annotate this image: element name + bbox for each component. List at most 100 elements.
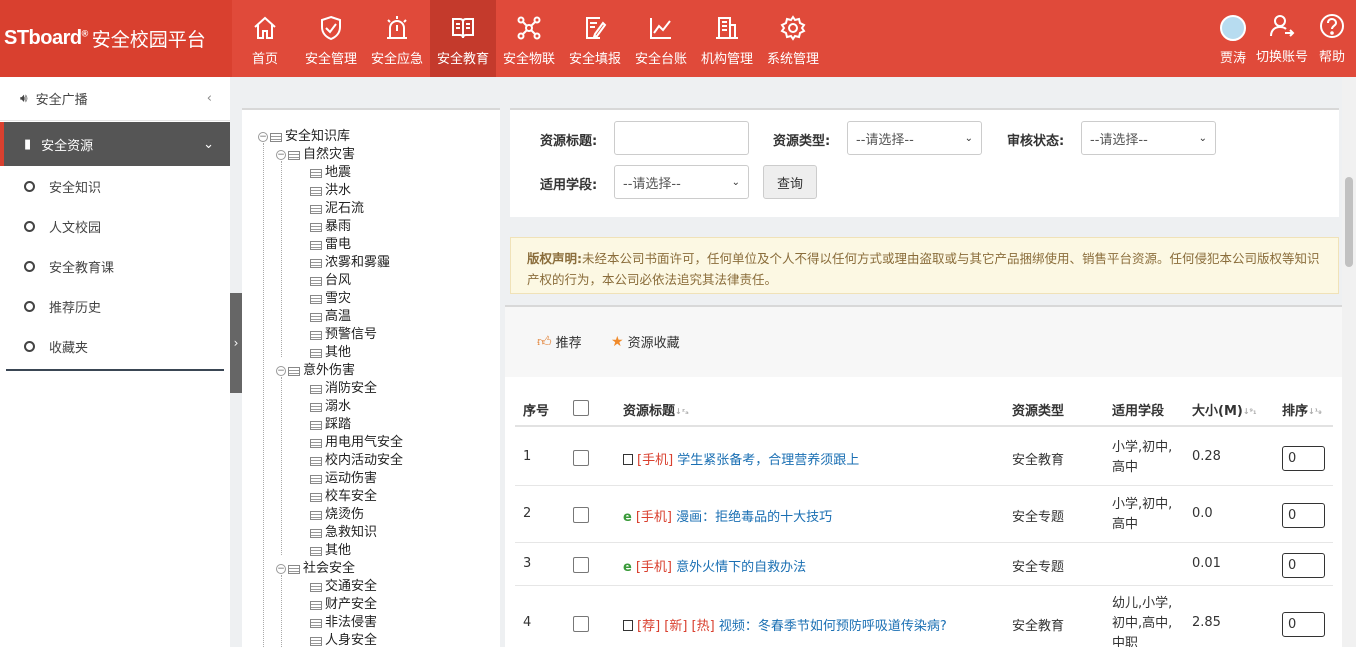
order-input[interactable]: 0 (1282, 612, 1325, 637)
row-checkbox[interactable] (573, 506, 589, 523)
sidebar-collapse-toggle[interactable]: › (230, 293, 242, 393)
resource-title-link[interactable]: 意外火情下的自救办法 (676, 560, 806, 575)
tree-leaf[interactable]: 溺水 (310, 398, 351, 416)
tree-leaf[interactable]: 预警信号 (310, 326, 377, 344)
tree-node-label: 人身安全 (325, 633, 378, 647)
tree-leaf[interactable]: 雷电 (310, 236, 351, 254)
help-button[interactable]: 帮助 (1313, 0, 1356, 77)
gear-icon (780, 15, 806, 41)
tree-leaf[interactable]: 人身安全 (310, 632, 377, 647)
stage-select[interactable]: --请选择-- ⌄ (614, 165, 749, 199)
row-title[interactable]: [手机] 学生紧张备考，合理营养须跟上 (623, 449, 859, 468)
tree-leaf[interactable]: 其他 (310, 344, 351, 362)
chevron-down-icon: ⌄ (1198, 132, 1207, 144)
order-input[interactable]: 0 (1282, 445, 1325, 471)
tree-leaf[interactable]: 其他 (310, 542, 351, 560)
tree-leaf[interactable]: 地震 (310, 164, 351, 182)
col-title[interactable]: 资源标题↓ᶻₐ (623, 400, 689, 419)
page-scrollbar[interactable] (1342, 77, 1356, 647)
nav-label: 安全管理 (304, 52, 357, 67)
row-size: 0.0 (1192, 505, 1213, 521)
collapse-toggle-icon[interactable]: − (276, 366, 286, 376)
collapse-toggle-icon[interactable]: − (276, 564, 286, 574)
favorite-button[interactable]: ★ 资源收藏 (611, 332, 680, 352)
document-icon (310, 618, 322, 628)
sidebar-item-favorites[interactable]: 收藏夹 (0, 326, 230, 366)
collapse-toggle-icon[interactable]: − (276, 150, 286, 160)
nav-ledger[interactable]: 安全台账 (628, 0, 694, 77)
scrollbar-thumb[interactable] (1345, 177, 1353, 267)
tree-leaf[interactable]: 急救知识 (310, 524, 377, 542)
tree-leaf[interactable]: 台风 (310, 272, 351, 290)
table-row[interactable]: 2 e [手机] 漫画：拒绝毒品的十大技巧 安全专题 小学,初中,高中 0.0 0 (515, 486, 1333, 543)
title-label: 资源标题: (540, 134, 598, 149)
switch-account-button[interactable]: 切换账号 (1251, 0, 1313, 77)
row-title[interactable]: e [手机] 意外火情下的自救办法 (623, 556, 806, 575)
tree-leaf[interactable]: 运动伤害 (310, 470, 377, 488)
nav-safety-management[interactable]: 安全管理 (298, 0, 364, 77)
tree-leaf[interactable]: 暴雨 (310, 218, 351, 236)
resource-title-link[interactable]: 学生紧张备考，合理营养须跟上 (677, 453, 859, 468)
query-button[interactable]: 查询 (763, 165, 817, 199)
title-input[interactable] (614, 121, 749, 155)
tree-leaf[interactable]: 高温 (310, 308, 351, 326)
table-row[interactable]: 4 [荐] [新] [热] 视频：冬春季节如何预防呼吸道传染病? 安全教育 幼儿,小学… (515, 586, 1333, 647)
nav-emergency[interactable]: 安全应急 (364, 0, 430, 77)
nav-organization[interactable]: 机构管理 (694, 0, 760, 77)
tree-leaf[interactable]: 财产安全 (310, 596, 377, 614)
stage-select-value: --请选择-- (623, 176, 681, 192)
nav-safety-education[interactable]: 安全教育 (430, 0, 496, 77)
tree-leaf[interactable]: 雪灾 (310, 290, 351, 308)
tree-root[interactable]: − 安全知识库 (258, 128, 350, 146)
resource-title-link[interactable]: 视频：冬春季节如何预防呼吸道传染病? (719, 619, 947, 634)
sidebar-item-safety-course[interactable]: 安全教育课 (0, 246, 230, 286)
tree-group[interactable]: − 意外伤害 (276, 362, 355, 380)
stage-label: 适用学段: (540, 178, 598, 193)
row-checkbox[interactable] (573, 449, 589, 466)
row-checkbox[interactable] (573, 616, 589, 632)
tree-leaf[interactable]: 洪水 (310, 182, 351, 200)
tree-group[interactable]: − 自然灾害 (276, 146, 355, 164)
collapse-toggle-icon[interactable]: − (258, 132, 268, 142)
col-size[interactable]: 大小(M)↓⁹₁ (1192, 400, 1257, 419)
row-no: 2 (523, 505, 532, 521)
tree-leaf[interactable]: 烧烫伤 (310, 506, 364, 524)
row-title[interactable]: e [手机] 漫画：拒绝毒品的十大技巧 (623, 506, 832, 525)
nav-iot[interactable]: 安全物联 (496, 0, 562, 77)
tree-leaf[interactable]: 用电用气安全 (310, 434, 403, 452)
sidebar-group-safety-resources[interactable]: ▮ 安全资源 ⌄ (0, 122, 230, 166)
type-select[interactable]: --请选择-- ⌄ (847, 121, 982, 155)
table-row[interactable]: 1 [手机] 学生紧张备考，合理营养须跟上 安全教育 小学,初中,高中 0.28 0 (515, 429, 1333, 486)
tree-leaf[interactable]: 校内活动安全 (310, 452, 403, 470)
col-order[interactable]: 排序↓¹₉ (1282, 400, 1322, 419)
nav-reporting[interactable]: 安全填报 (562, 0, 628, 77)
tree-leaf[interactable]: 浓雾和雾霾 (310, 254, 390, 272)
table-header: 序号 资源标题↓ᶻₐ 资源类型 适用学段 大小(M)↓⁹₁ 排序↓¹₉ (515, 391, 1333, 427)
order-input[interactable]: 0 (1282, 502, 1325, 528)
tree-leaf[interactable]: 校车安全 (310, 488, 377, 506)
resource-title-link[interactable]: 漫画：拒绝毒品的十大技巧 (676, 510, 832, 525)
tree-leaf[interactable]: 交通安全 (310, 578, 377, 596)
tree-leaf[interactable]: 泥石流 (310, 200, 364, 218)
sidebar-item-broadcast[interactable]: 🔊︎ 安全广播 ‹ (0, 77, 230, 121)
sidebar-item-safety-knowledge[interactable]: 安全知识 (0, 166, 230, 206)
user-profile[interactable]: 贾涛 (1215, 0, 1251, 77)
tree-leaf[interactable]: 消防安全 (310, 380, 377, 398)
brand[interactable]: STboard® 安全校园平台 (0, 0, 232, 77)
table-row[interactable]: 3 e [手机] 意外火情下的自救办法 安全专题 0.01 0 (515, 543, 1333, 586)
audit-select-value: --请选择-- (1090, 132, 1148, 148)
tree-group[interactable]: − 社会安全 (276, 560, 355, 578)
sidebar-item-recommend-history[interactable]: 推荐历史 (0, 286, 230, 326)
row-title[interactable]: [荐] [新] [热] 视频：冬春季节如何预防呼吸道传染病? (623, 615, 947, 634)
audit-select[interactable]: --请选择-- ⌄ (1081, 121, 1216, 155)
tree-leaf[interactable]: 踩踏 (310, 416, 351, 434)
nav-system[interactable]: 系统管理 (760, 0, 826, 77)
document-icon (310, 312, 322, 322)
tree-leaf[interactable]: 非法侵害 (310, 614, 377, 632)
row-checkbox[interactable] (573, 556, 589, 573)
order-input[interactable]: 0 (1282, 552, 1325, 578)
select-all-checkbox[interactable] (573, 400, 589, 416)
sidebar-item-humanities-campus[interactable]: 人文校园 (0, 206, 230, 246)
nav-home[interactable]: 首页 (232, 0, 298, 77)
recommend-button[interactable]: 👍︎ 推荐 (537, 332, 582, 351)
